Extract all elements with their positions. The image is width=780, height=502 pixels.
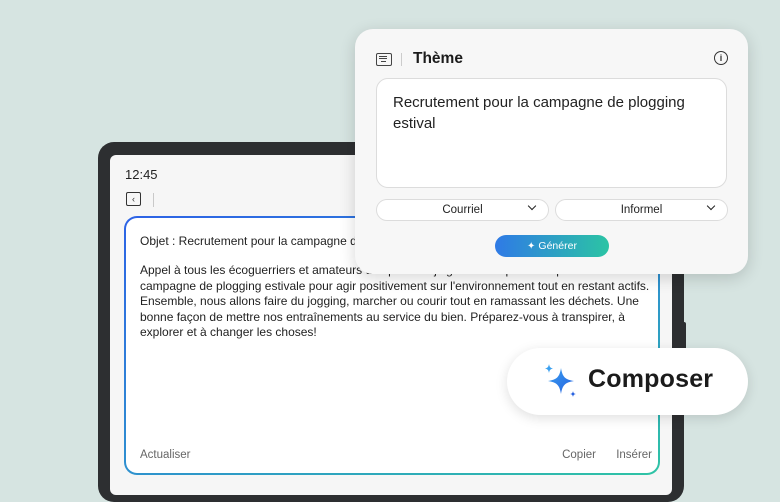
status-time: 12:45 (125, 167, 158, 182)
format-dropdown[interactable]: Courriel (376, 199, 549, 221)
sparkle-icon (545, 364, 576, 397)
refresh-button[interactable]: Actualiser (140, 449, 191, 461)
theme-panel: Thème i Recrutement pour la campagne de … (355, 29, 748, 274)
copy-button[interactable]: Copier (562, 449, 596, 461)
keyboard-icon[interactable] (376, 53, 392, 66)
toolbar-divider (153, 193, 154, 207)
composer-label: Composer (588, 365, 714, 393)
panel-divider (401, 53, 402, 66)
generate-button[interactable]: ✦ Générer (495, 235, 609, 257)
composer-badge: Composer (507, 348, 748, 415)
info-icon[interactable]: i (714, 51, 728, 65)
tone-dropdown[interactable]: Informel (555, 199, 728, 221)
back-icon[interactable]: ‹ (126, 192, 141, 206)
chevron-down-icon (527, 201, 537, 211)
chevron-down-icon (706, 201, 716, 211)
sparkle-icon: ✦ (527, 241, 536, 252)
insert-button[interactable]: Insérer (616, 449, 652, 461)
panel-title: Thème (413, 50, 463, 67)
topic-input[interactable]: Recrutement pour la campagne de plogging… (376, 78, 727, 188)
generate-button-label: Générer (538, 240, 577, 252)
tone-dropdown-label: Informel (620, 204, 663, 216)
email-body[interactable]: Appel à tous les écoguerriers et amateur… (140, 263, 650, 341)
format-dropdown-label: Courriel (442, 204, 483, 216)
